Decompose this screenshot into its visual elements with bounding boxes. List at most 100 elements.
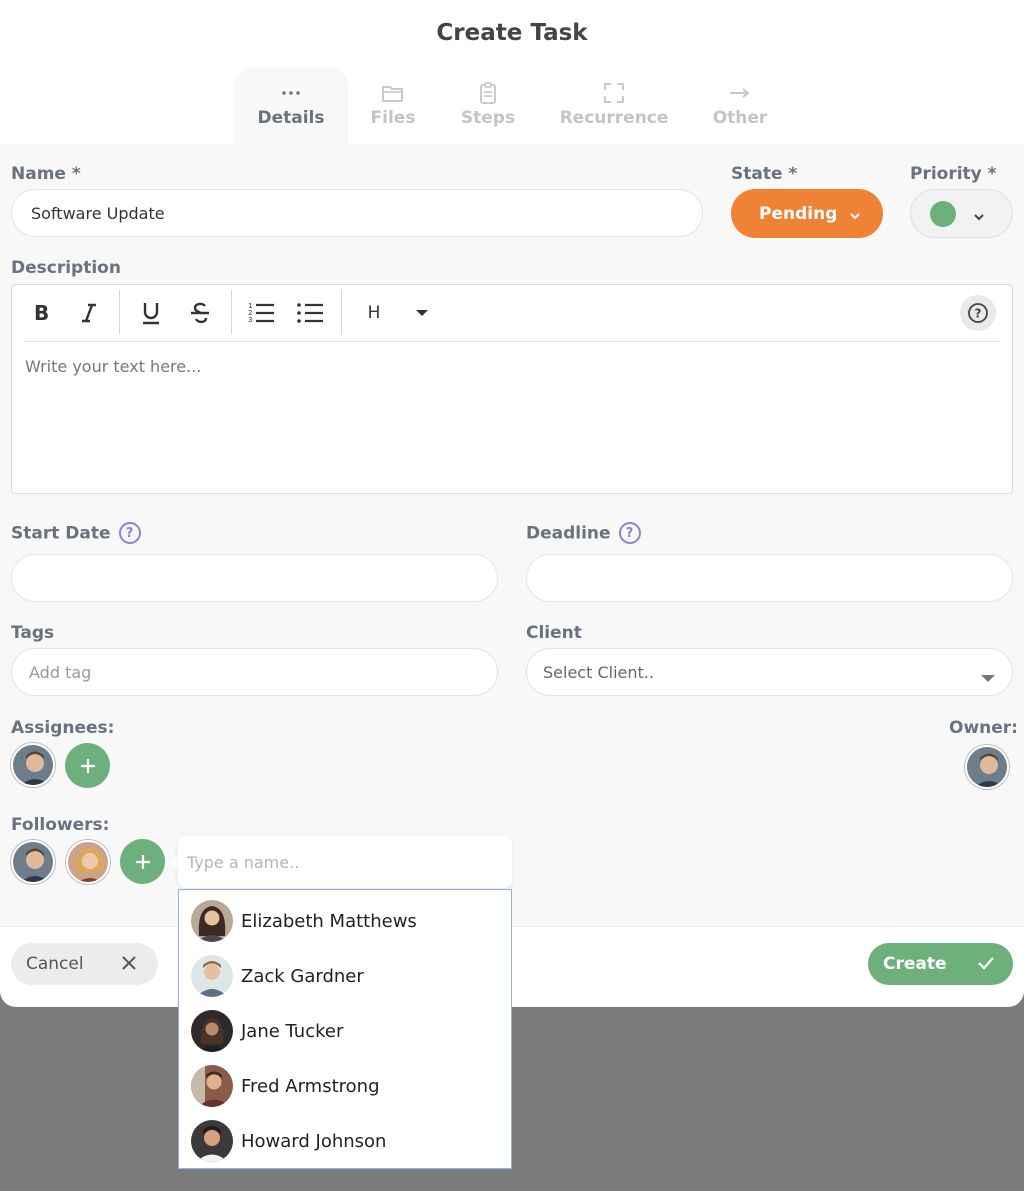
suggestion-name: Jane Tucker [241,1020,344,1042]
underline-icon [143,303,159,325]
create-button[interactable]: Create [868,943,1013,985]
toolbar-divider [119,290,120,334]
priority-label: Priority * [910,164,997,184]
tags-input[interactable]: Add tag [11,648,498,696]
follower-avatar[interactable] [11,840,55,884]
follower-search-input[interactable]: Type a name.. [178,836,512,888]
follower-suggestions: Elizabeth Matthews Zack Gardner Jane Tuc… [178,889,512,1169]
cancel-button[interactable]: Cancel [11,943,158,985]
name-value: Software Update [31,203,165,223]
suggestion-item[interactable]: Fred Armstrong [191,1064,380,1108]
clipboard-icon [479,80,497,106]
italic-icon [82,303,96,323]
tab-steps[interactable]: Steps [438,68,538,144]
folder-icon [382,80,404,106]
chevron-down-icon [973,206,985,225]
heading-button[interactable]: H [357,297,391,329]
owner-avatar [965,745,1009,789]
ordered-list-button[interactable]: 123 [244,297,278,329]
svg-text:B: B [34,303,49,323]
follower-avatar[interactable] [66,840,110,884]
priority-dropdown[interactable] [910,189,1013,238]
tags-placeholder: Add tag [29,662,92,682]
assignee-avatar[interactable] [11,743,55,787]
name-label: Name * [11,164,81,184]
tab-other[interactable]: Other [690,68,790,144]
suggestion-item[interactable]: Zack Gardner [191,954,364,998]
deadline-input[interactable] [526,554,1013,602]
avatar [191,900,233,942]
priority-color-dot [930,201,956,227]
close-icon [120,954,138,977]
help-icon[interactable]: ? [618,522,641,544]
suggestion-name: Fred Armstrong [241,1075,380,1097]
start-date-input[interactable] [11,554,498,602]
avatar [191,1065,233,1107]
suggestion-item[interactable]: Elizabeth Matthews [191,899,417,943]
client-select[interactable]: Select Client.. [526,648,1013,696]
tab-label: Details [257,108,325,128]
owner-label: Owner: [949,718,1018,738]
client-placeholder: Select Client.. [543,662,654,682]
suggestion-name: Zack Gardner [241,965,364,987]
state-value: Pending [759,203,838,224]
bullet-list-button[interactable] [293,297,327,329]
avatar [191,1120,233,1162]
tab-label: Files [370,108,416,128]
form-body [0,144,1024,926]
italic-button[interactable] [72,297,106,329]
svg-text:3: 3 [248,316,252,324]
bold-icon: B [34,303,49,323]
question-circle-icon: ? [968,303,988,323]
suggestion-name: Howard Johnson [241,1130,387,1152]
help-icon[interactable]: ? [118,522,141,544]
add-assignee-button[interactable] [65,743,110,788]
description-placeholder: Write your text here... [25,357,202,376]
strikethrough-icon [191,302,209,324]
suggestion-name: Elizabeth Matthews [241,910,417,932]
editor-help-button[interactable]: ? [960,295,996,331]
state-dropdown[interactable]: Pending [731,189,883,238]
cancel-label: Cancel [26,954,84,974]
footer-divider [0,926,1024,927]
arrow-right-icon [729,80,751,106]
editor-toolbar: B 123 H ? [12,285,1012,341]
avatar [191,955,233,997]
toolbar-divider [341,290,342,334]
chevron-down-icon [849,205,861,225]
plus-icon [80,758,95,773]
bullet-list-icon [297,303,323,323]
description-editor[interactable]: B 123 H ? Write your text here... [11,284,1013,494]
toolbar-divider [231,290,232,334]
plus-icon [135,854,150,869]
dialog-title: Create Task [436,20,588,46]
avatar [191,1010,233,1052]
bold-button[interactable]: B [24,297,58,329]
check-icon [977,955,995,976]
assignees-label: Assignees: [11,718,115,738]
create-label: Create [883,954,947,974]
tab-details[interactable]: Details [234,68,348,144]
ordered-list-icon: 123 [248,302,274,324]
tab-recurrence[interactable]: Recurrence [538,68,690,144]
strikethrough-button[interactable] [183,297,217,329]
underline-button[interactable] [134,297,168,329]
caret-down-icon [980,668,996,687]
create-task-dialog: Create Task Details Files Steps Recurren… [0,0,1024,1007]
tab-label: Recurrence [559,108,669,128]
start-date-label-text: Start Date [11,523,111,544]
caret-down-icon [416,310,428,316]
tab-label: Steps [460,108,516,128]
heading-dropdown-caret[interactable] [405,297,439,329]
suggestion-item[interactable]: Jane Tucker [191,1009,343,1053]
deadline-label-text: Deadline [526,523,611,544]
tags-label: Tags [11,623,55,643]
add-follower-button[interactable] [120,839,165,884]
tab-files[interactable]: Files [348,68,438,144]
toolbar-separator [24,341,1000,342]
dots-icon [281,80,301,106]
name-input[interactable]: Software Update [11,189,703,237]
expand-icon [603,80,625,106]
suggestion-item[interactable]: Howard Johnson [191,1119,386,1163]
deadline-label: Deadline? [526,522,641,544]
